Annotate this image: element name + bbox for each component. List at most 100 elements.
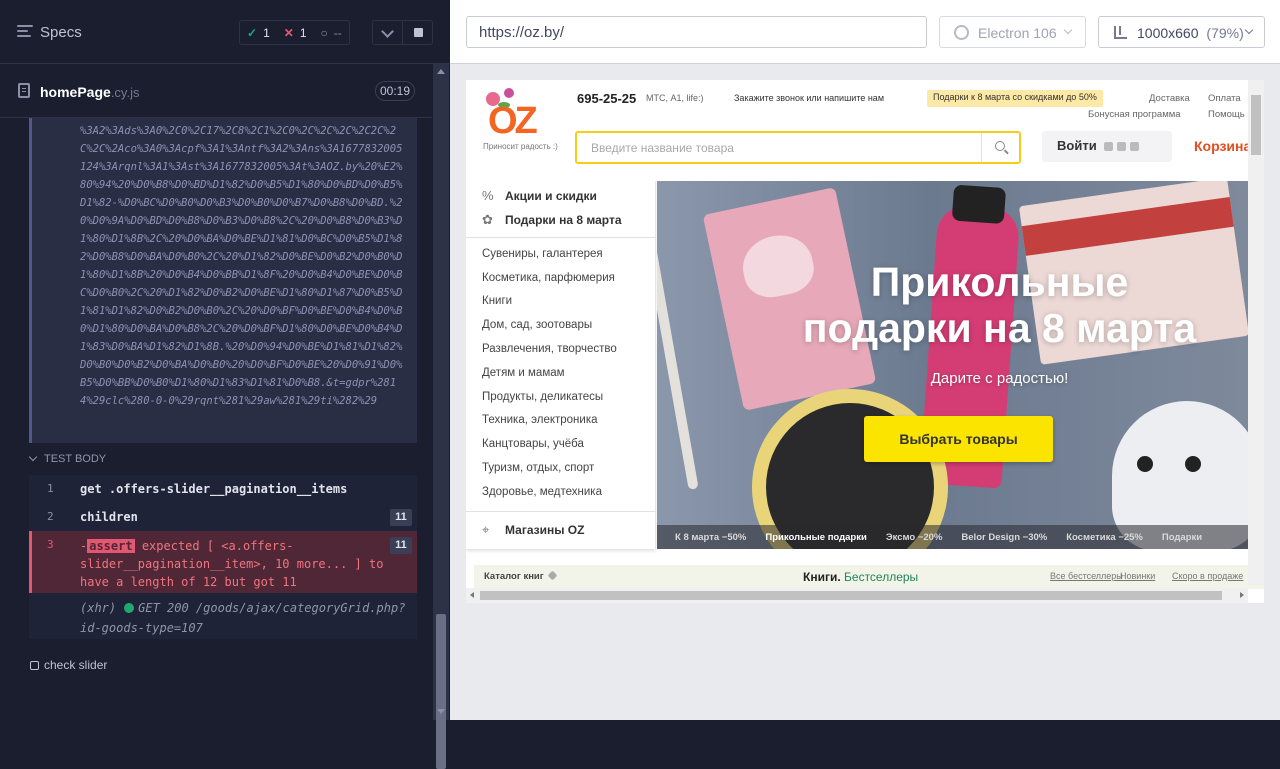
slider-tab[interactable]: Эксмо −20% [886, 532, 943, 543]
slider-tab[interactable]: Косметика −25% [1066, 532, 1143, 543]
slider-tab[interactable]: Подарки [1162, 532, 1202, 543]
cross-icon: ✕ [283, 25, 294, 40]
menu-item[interactable]: Канцтовары, учёба [482, 438, 584, 450]
slider-tab[interactable]: Belor Design −30% [961, 532, 1047, 543]
search-box [575, 131, 1021, 164]
command-row[interactable]: 1 get .offers-slider__pagination__items [29, 475, 417, 503]
all-bestsellers-link[interactable]: Все бестселлеры [1050, 571, 1123, 581]
zoom-level: (79%) [1206, 25, 1244, 41]
aut-url-field[interactable]: https://oz.by/ [466, 16, 927, 48]
search-input[interactable] [577, 133, 981, 162]
specs-title[interactable]: Specs [40, 24, 82, 41]
offers-slider-pagination: К 8 марта −50% Прикольные подарки Эксмо … [657, 525, 1264, 549]
collapse-button[interactable] [372, 20, 403, 45]
oz-logo[interactable]: OZ Приносит радость :) [482, 86, 562, 151]
element-count-badge: 11 [390, 537, 412, 554]
passed-stat: ✓ 1 [240, 26, 277, 40]
slider-tab-active[interactable]: Прикольные подарки [765, 532, 866, 543]
failed-command-row[interactable]: 3 - assert expected [ <a.offers-slider__p… [29, 531, 417, 593]
ok-icon [1117, 142, 1127, 152]
ruler-icon [1114, 26, 1127, 39]
flower-icon [504, 88, 514, 98]
book-catalog-link[interactable]: Каталог книг [484, 570, 558, 582]
logo-mark: OZ [488, 100, 538, 142]
electron-icon [954, 25, 969, 40]
browser-selector[interactable]: Electron 106 [939, 16, 1086, 48]
menu-item[interactable]: Детям и мамам [482, 367, 565, 379]
hero-slider[interactable]: Прикольные подарки на 8 марта Дарите с ра… [657, 181, 1264, 549]
search-button[interactable] [981, 133, 1019, 162]
menu-item-stores[interactable]: ⌖ Магазины OZ [482, 522, 584, 538]
promo-banner-link[interactable]: Подарки к 8 марта со скидками до 50% [927, 90, 1103, 107]
location-pin-icon: ⌖ [482, 522, 490, 537]
spinner-icon: ○ [320, 25, 328, 40]
xhr-log-row[interactable]: (xhr) GET 200 /goods/ajax/categoryGrid.ph… [29, 593, 417, 639]
pending-stat: ○ -- [314, 26, 349, 40]
viewport-selector[interactable]: 1000x660 (79%) [1098, 16, 1265, 48]
menu-item[interactable]: Книги [482, 295, 512, 307]
test-item-check-slider[interactable]: check slider [30, 658, 107, 672]
scroll-up-icon[interactable] [437, 69, 445, 74]
spec-name: homePage.cy.js [40, 84, 140, 100]
menu-icon[interactable] [17, 25, 33, 39]
help-link[interactable]: Помощь [1208, 109, 1245, 120]
google-icon [1130, 142, 1140, 152]
percent-icon: % [482, 188, 494, 203]
phone-operators: МТС, А1, life:) [646, 93, 704, 103]
cart-link[interactable]: Корзина [1194, 138, 1251, 154]
browser-label: Electron 106 [978, 25, 1057, 41]
books-heading: Книги. Бестселлеры [803, 570, 919, 584]
element-count-badge: 11 [390, 509, 412, 526]
test-body-header[interactable]: TEST BODY [28, 452, 106, 465]
menu-item[interactable]: Техника, электроника [482, 414, 598, 426]
passed-count: 1 [263, 25, 270, 40]
callback-link[interactable]: Закажите звонок или напишите нам [734, 93, 884, 103]
flower-icon: ✿ [482, 212, 493, 227]
site-vertical-scrollbar[interactable] [1248, 80, 1264, 585]
scroll-right-icon[interactable] [1240, 592, 1244, 598]
scroll-left-icon[interactable] [470, 592, 474, 598]
stop-button[interactable] [402, 20, 433, 45]
assert-message: - assert expected [ <a.offers-slider__pag… [80, 539, 384, 589]
vk-icon [1104, 142, 1114, 152]
menu-item[interactable]: Туризм, отдых, спорт [482, 462, 594, 474]
aut-panel: https://oz.by/ Electron 106 1000x660 (79… [450, 0, 1280, 720]
scroll-thumb[interactable] [1251, 95, 1261, 155]
menu-item[interactable]: Дом, сад, зоотовары [482, 319, 592, 331]
books-bar: Каталог книг Книги. Бестселлеры Все бест… [474, 565, 1264, 589]
new-releases-link[interactable]: Новинки [1120, 571, 1155, 581]
logo-tagline: Приносит радость :) [483, 142, 558, 151]
duration-badge: 00:19 [375, 81, 415, 101]
menu-item[interactable]: Здоровье, медтехника [482, 486, 602, 498]
scroll-thumb[interactable] [480, 591, 1222, 600]
coming-soon-link[interactable]: Скоро в продаже [1172, 571, 1243, 581]
payment-link[interactable]: Оплата [1208, 93, 1241, 104]
site-horizontal-scrollbar[interactable] [466, 588, 1248, 603]
visit-url-log: %3A2%3Ads%3A0%2C0%2C17%2C8%2C1%2C0%2C%2C… [29, 118, 417, 443]
menu-item-sales[interactable]: % Акции и скидки [482, 188, 597, 203]
scroll-down-icon[interactable] [437, 709, 445, 714]
oz-site-frame: OZ Приносит радость :) 695-25-25 МТС, А1… [466, 80, 1264, 603]
reporter-panel: Specs ✓ 1 ✕ 1 ○ -- homePage.cy.js 00:19 %3A… [0, 0, 450, 769]
slider-tab[interactable]: К 8 марта −50% [675, 532, 746, 543]
delivery-link[interactable]: Доставка [1149, 93, 1190, 104]
command-row[interactable]: 2 children 11 [29, 503, 417, 531]
command-number: 1 [47, 482, 54, 495]
reporter-header: Specs ✓ 1 ✕ 1 ○ -- [0, 0, 450, 64]
menu-item-gifts[interactable]: ✿ Подарки на 8 марта [482, 212, 622, 228]
menu-item[interactable]: Косметика, парфюмерия [482, 272, 615, 284]
spec-row[interactable]: homePage.cy.js 00:19 [0, 64, 432, 118]
command-text: get .offers-slider__pagination__items [80, 482, 348, 496]
search-icon [995, 141, 1005, 151]
catalog-menu: % Акции и скидки ✿ Подарки на 8 марта Суве… [466, 181, 656, 549]
menu-item[interactable]: Продукты, деликатесы [482, 391, 603, 403]
scroll-thumb[interactable] [436, 614, 446, 769]
reporter-scrollbar[interactable] [433, 64, 449, 769]
choose-products-button[interactable]: Выбрать товары [864, 416, 1053, 462]
bonus-link[interactable]: Бонусная программа [1088, 109, 1181, 120]
menu-item[interactable]: Развлечения, творчество [482, 343, 617, 355]
status-dot-icon [124, 603, 135, 613]
phone-number[interactable]: 695-25-25 [577, 91, 636, 106]
menu-item[interactable]: Сувениры, галантерея [482, 248, 603, 260]
login-button[interactable]: Войти [1042, 131, 1172, 162]
